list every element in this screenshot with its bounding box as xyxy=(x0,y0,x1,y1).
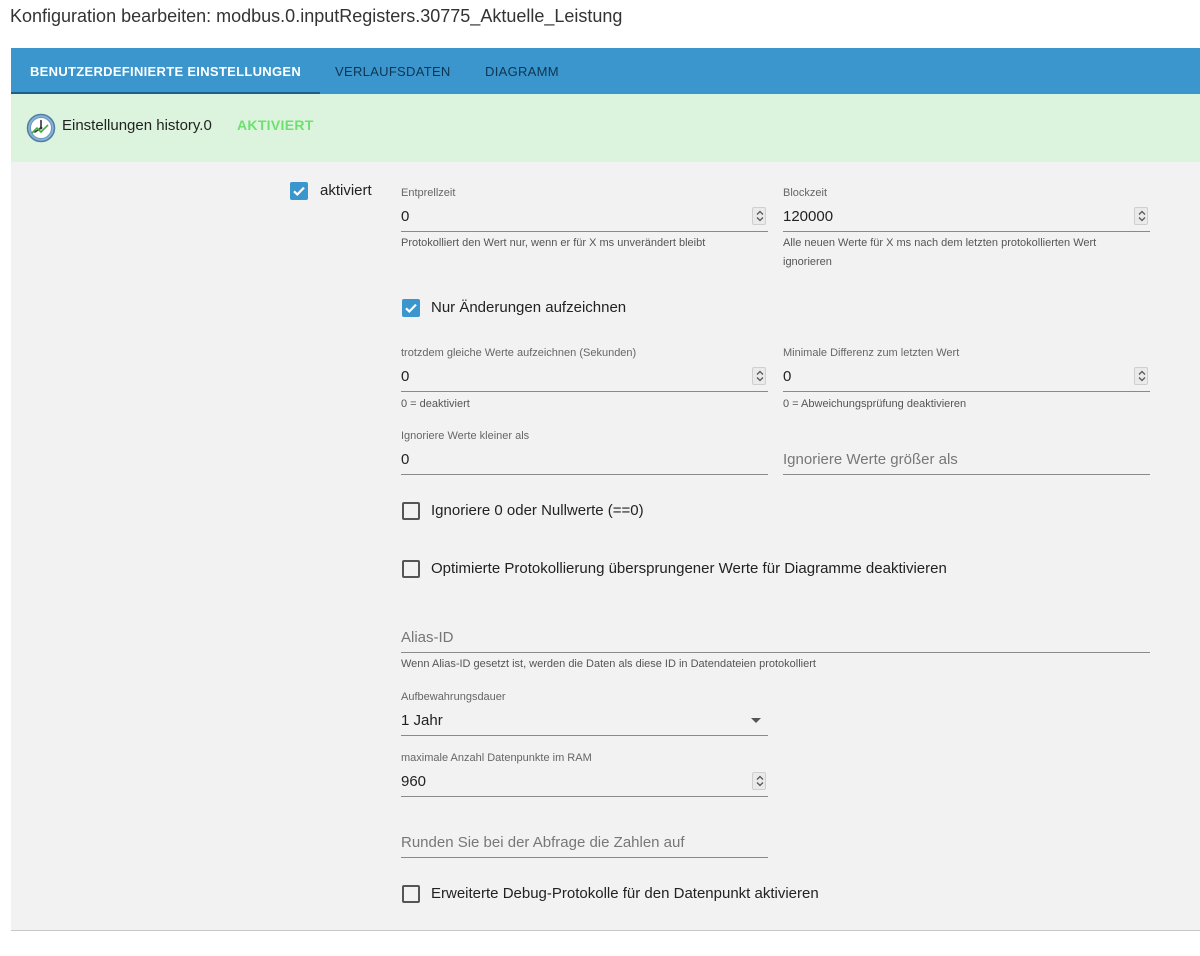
stepper-icon xyxy=(1138,370,1146,382)
dialog-title: Konfiguration bearbeiten: modbus.0.input… xyxy=(10,6,623,26)
min-diff-help: 0 = Abweichungsprüfung deaktivieren xyxy=(783,398,967,410)
clock-icon xyxy=(26,113,56,143)
disable-optimized-label: Optimierte Protokollierung übersprungene… xyxy=(431,560,947,577)
ignore-below-underline xyxy=(401,474,768,475)
max-ram-label: maximale Anzahl Datenpunkte im RAM xyxy=(401,752,592,764)
blocktime-stepper[interactable] xyxy=(1134,207,1148,225)
alias-id-help: Wenn Alias-ID gesetzt ist, werden die Da… xyxy=(401,658,816,670)
round-input[interactable]: Runden Sie bei der Abfrage die Zahlen au… xyxy=(401,834,685,851)
enabled-checkbox[interactable] xyxy=(290,182,308,200)
debug-checkbox[interactable] xyxy=(402,885,420,903)
ignore-below-label: Ignoriere Werte kleiner als xyxy=(401,430,530,442)
debounce-underline xyxy=(401,231,768,232)
stepper-icon xyxy=(1138,210,1146,222)
tab-chart[interactable]: DIAGRAMM xyxy=(485,48,559,94)
checkmark-icon xyxy=(405,303,417,314)
checkmark-icon xyxy=(293,186,305,197)
changes-only-checkbox[interactable] xyxy=(402,299,420,317)
enabled-label: aktiviert xyxy=(320,182,372,199)
stepper-icon xyxy=(756,775,764,787)
min-diff-input[interactable]: 0 xyxy=(783,368,791,385)
blocktime-label: Blockzeit xyxy=(783,187,828,199)
record-same-help: 0 = deaktiviert xyxy=(401,398,470,410)
min-diff-underline xyxy=(783,391,1150,392)
disable-optimized-checkbox[interactable] xyxy=(402,560,420,578)
max-ram-stepper[interactable] xyxy=(752,772,766,790)
round-underline xyxy=(401,857,768,858)
alias-id-underline xyxy=(401,652,1150,653)
changes-only-label: Nur Änderungen aufzeichnen xyxy=(431,299,627,316)
record-same-label: trotzdem gleiche Werte aufzeichnen (Seku… xyxy=(401,347,637,359)
panel-bottom-divider xyxy=(11,930,1200,931)
tab-history-data[interactable]: VERLAUFSDATEN xyxy=(335,48,451,94)
stepper-icon xyxy=(756,210,764,222)
ignore-below-input[interactable]: 0 xyxy=(401,451,409,468)
max-ram-underline xyxy=(401,796,768,797)
banner-instance-label: Einstellungen history.0 xyxy=(62,117,212,134)
ignore-zero-label: Ignoriere 0 oder Nullwerte (==0) xyxy=(431,502,644,519)
blocktime-help-line1: Alle neuen Werte für X ms nach dem letzt… xyxy=(783,237,1097,249)
stepper-icon xyxy=(756,370,764,382)
chevron-down-icon[interactable] xyxy=(751,718,761,723)
debounce-input[interactable]: 0 xyxy=(401,208,409,225)
blocktime-help-line2: ignorieren xyxy=(783,256,832,268)
min-diff-label: Minimale Differenz zum letzten Wert xyxy=(783,347,960,359)
tab-bar: BENUTZERDEFINIERTE EINSTELLUNGEN VERLAUF… xyxy=(11,48,1200,94)
ignore-above-input[interactable]: Ignoriere Werte größer als xyxy=(783,451,958,468)
ignore-above-underline xyxy=(783,474,1150,475)
debounce-label: Entprellzeit xyxy=(401,187,456,199)
alias-id-input[interactable]: Alias-ID xyxy=(401,629,454,646)
max-ram-input[interactable]: 960 xyxy=(401,773,426,790)
blocktime-input[interactable]: 120000 xyxy=(783,208,833,225)
debug-label: Erweiterte Debug-Protokolle für den Date… xyxy=(431,885,819,902)
retention-label: Aufbewahrungsdauer xyxy=(401,691,506,703)
record-same-stepper[interactable] xyxy=(752,367,766,385)
retention-select[interactable]: 1 Jahr xyxy=(401,712,768,732)
debounce-stepper[interactable] xyxy=(752,207,766,225)
blocktime-underline xyxy=(783,231,1150,232)
record-same-underline xyxy=(401,391,768,392)
tab-custom-settings[interactable]: BENUTZERDEFINIERTE EINSTELLUNGEN xyxy=(11,48,320,94)
status-badge: AKTIVIERT xyxy=(237,117,314,133)
record-same-input[interactable]: 0 xyxy=(401,368,409,385)
min-diff-stepper[interactable] xyxy=(1134,367,1148,385)
ignore-zero-checkbox[interactable] xyxy=(402,502,420,520)
debounce-help: Protokolliert den Wert nur, wenn er für … xyxy=(401,237,706,249)
retention-underline xyxy=(401,735,768,736)
